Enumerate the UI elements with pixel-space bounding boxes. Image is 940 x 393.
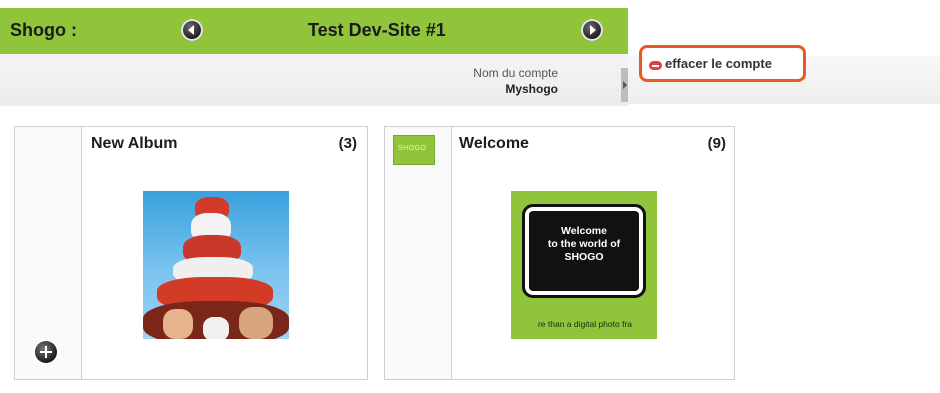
album-card[interactable]: New Album (3)	[14, 126, 368, 380]
expand-arrow-icon[interactable]	[621, 68, 628, 102]
welcome-line: Welcome	[561, 225, 607, 237]
account-name-value: Myshogo	[505, 82, 558, 96]
logo-text: SHOGO	[398, 145, 427, 152]
welcome-tagline: re than a digital photo fra	[537, 319, 633, 329]
welcome-line: SHOGO	[564, 251, 604, 263]
album-thumbnail[interactable]: Welcome to the world of SHOGO re than a …	[511, 191, 657, 339]
brand-label: Shogo :	[10, 20, 77, 40]
header-bar: Shogo : Test Dev-Site #1	[0, 8, 628, 54]
delete-icon	[649, 61, 662, 70]
add-icon[interactable]	[35, 341, 57, 363]
album-card[interactable]: SHOGO Welcome (9) Welcome to the world o…	[384, 126, 735, 380]
next-site-icon[interactable]	[581, 19, 603, 41]
album-logo-thumbnail[interactable]: SHOGO	[393, 135, 435, 165]
album-title[interactable]: Welcome	[459, 135, 529, 153]
album-count: (3)	[338, 135, 357, 152]
account-name-label: Nom du compte	[473, 66, 558, 80]
album-thumbnail[interactable]	[143, 191, 289, 339]
delete-account-button[interactable]: effacer le compte	[639, 45, 806, 82]
delete-account-label: effacer le compte	[665, 56, 772, 71]
album-title[interactable]: New Album	[91, 135, 178, 153]
site-title: Test Dev-Site #1	[308, 20, 446, 40]
welcome-line: to the world of	[547, 238, 621, 250]
prev-site-icon[interactable]	[181, 19, 203, 41]
album-sidebar	[15, 127, 82, 379]
welcome-sign: Welcome to the world of SHOGO	[522, 204, 646, 298]
album-sidebar: SHOGO	[385, 127, 452, 379]
account-row: Nom du compte Myshogo	[0, 54, 628, 106]
album-count: (9)	[707, 135, 726, 152]
